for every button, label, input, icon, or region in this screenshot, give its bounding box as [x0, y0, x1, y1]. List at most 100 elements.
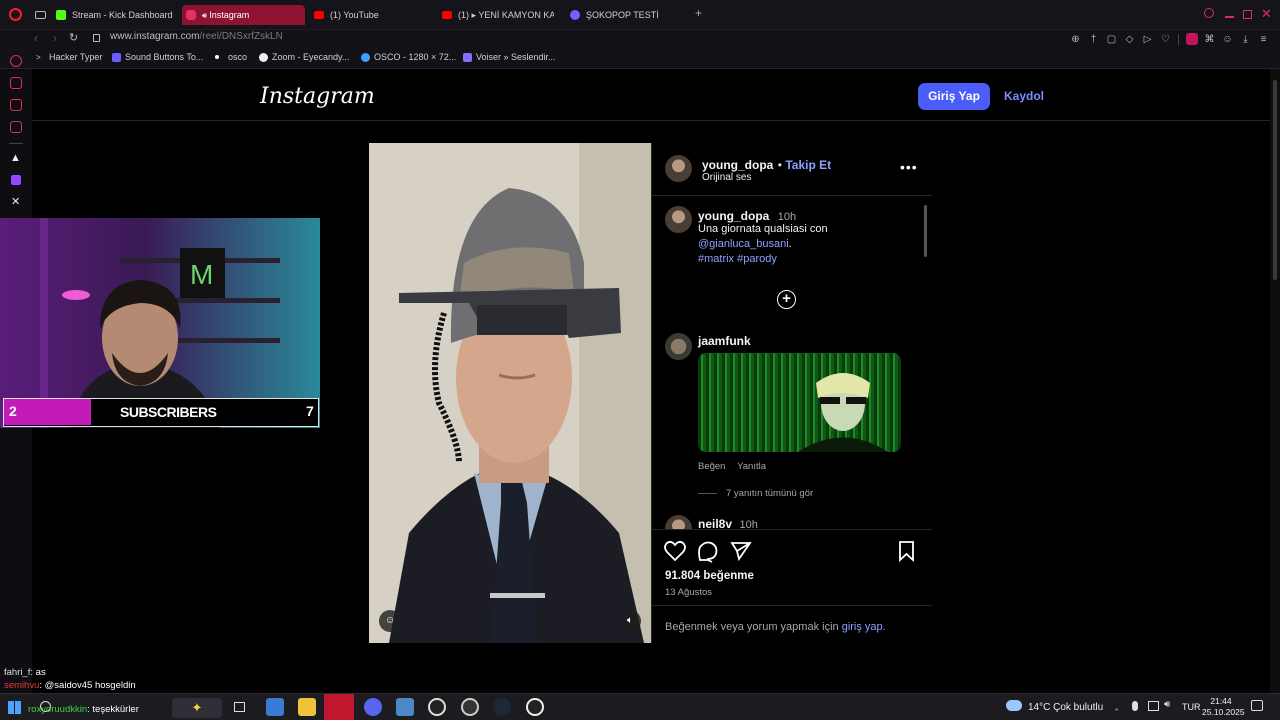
- streaming-app-icon[interactable]: [396, 698, 414, 716]
- heart-icon[interactable]: ♡: [1160, 34, 1171, 45]
- author-avatar[interactable]: [665, 155, 692, 182]
- bookmark-item[interactable]: > Hacker Typer: [36, 52, 102, 62]
- load-more-comments-icon[interactable]: +: [777, 290, 796, 309]
- save-button[interactable]: [898, 539, 916, 563]
- page-scrollbar-thumb[interactable]: [1273, 80, 1277, 280]
- comments-divider: [652, 529, 932, 530]
- comment-like-button[interactable]: Beğen: [698, 461, 725, 472]
- post-details: young_dopa • Takip Et Orijinal ses ••• y…: [651, 143, 932, 643]
- login-prompt-link[interactable]: giriş yap: [842, 621, 883, 633]
- view-replies-button[interactable]: 7 yanıtın tümünü gör: [726, 488, 813, 499]
- more-options-icon[interactable]: •••: [900, 159, 918, 175]
- menu-icon[interactable]: ≡: [1258, 34, 1269, 45]
- comment-reply-button[interactable]: Yanıtla: [737, 461, 766, 472]
- comment-avatar[interactable]: [665, 333, 692, 360]
- tab-instagram[interactable]: 🔊︎ Instagram: [182, 5, 305, 25]
- sidebar-chat-icon[interactable]: [10, 99, 22, 111]
- network-icon[interactable]: [1148, 701, 1159, 711]
- sidebar-twitch-icon[interactable]: [11, 175, 21, 185]
- tab-label: ŞOKOPOP TESTİ: [586, 10, 659, 20]
- caption-hashtags[interactable]: #matrix #parody: [698, 252, 908, 267]
- extension-icon[interactable]: [1186, 33, 1198, 45]
- opera-gx-app-icon[interactable]: [324, 694, 354, 720]
- sidebar-ai-icon[interactable]: ▲: [10, 152, 21, 164]
- discord-icon[interactable]: [364, 698, 382, 716]
- search-tabs-icon[interactable]: [1204, 8, 1214, 18]
- youtube-icon: [442, 11, 452, 19]
- browser-logo-icon[interactable]: [9, 8, 22, 21]
- caption-username[interactable]: young_dopa: [698, 209, 769, 223]
- bookmark-item[interactable]: Sound Buttons To...: [112, 52, 203, 62]
- comment-username[interactable]: neil8v: [698, 517, 732, 529]
- sidebar-instagram-icon[interactable]: [10, 121, 22, 133]
- start-icon[interactable]: [8, 701, 21, 714]
- task-view-icon[interactable]: [234, 702, 245, 712]
- tab-youtube[interactable]: (1) YouTube: [310, 5, 434, 25]
- zoom-icon[interactable]: ⊕: [1070, 34, 1081, 45]
- language-indicator[interactable]: TUR: [1182, 702, 1201, 712]
- media-player-icon[interactable]: [526, 698, 544, 716]
- sidebar-flow-icon[interactable]: [10, 55, 22, 67]
- audio-label[interactable]: Orijinal ses: [702, 172, 751, 183]
- url-field[interactable]: www.instagram.com/reel/DNSxrfZskLN: [110, 31, 283, 42]
- bookmark-item[interactable]: Voiser » Seslendir...: [463, 52, 556, 62]
- caption-mention-line: @gianluca_busani.: [698, 237, 908, 252]
- sidebar-messenger-icon[interactable]: [10, 77, 22, 89]
- shield-icon[interactable]: ◇: [1124, 34, 1135, 45]
- back-icon[interactable]: ‹: [34, 31, 38, 45]
- weather-icon[interactable]: [1006, 700, 1022, 711]
- profile-icon[interactable]: ☺: [1222, 34, 1233, 45]
- reel-video[interactable]: ☺ 🔈︎: [369, 143, 651, 643]
- caption-mention[interactable]: @gianluca_busani: [698, 238, 789, 250]
- weather-text[interactable]: 14°C Çok bulutlu: [1028, 702, 1103, 713]
- pin-icon[interactable]: †: [1088, 34, 1099, 45]
- forward-icon[interactable]: ›: [53, 31, 57, 45]
- steam-icon[interactable]: [493, 698, 511, 716]
- tab-kick[interactable]: Stream - Kick Dashboard: [52, 5, 176, 25]
- comment-avatar[interactable]: [665, 515, 692, 529]
- mic-icon[interactable]: [1132, 701, 1138, 711]
- volume-icon[interactable]: 🔊︎: [1164, 699, 1170, 710]
- widgets-icon[interactable]: ✦: [172, 698, 222, 718]
- signup-link[interactable]: Kaydol: [1004, 89, 1044, 103]
- obs-icon[interactable]: [428, 698, 446, 716]
- maximize-button[interactable]: [1243, 10, 1252, 19]
- new-tab-button[interactable]: +: [693, 7, 704, 19]
- bookmark-item[interactable]: OSCO - 1280 × 72...: [361, 52, 456, 62]
- bookmark-item[interactable]: Zoom - Eyecandy...: [259, 52, 349, 62]
- mute-icon[interactable]: 🔈︎: [619, 610, 641, 632]
- tab-label: Instagram: [209, 10, 250, 20]
- close-button[interactable]: ✕: [1261, 6, 1272, 22]
- notifications-icon[interactable]: [1251, 700, 1263, 711]
- tab-island-icon[interactable]: [35, 11, 46, 19]
- bookmark-item[interactable]: osco: [215, 52, 247, 62]
- share-button[interactable]: [731, 539, 753, 563]
- comment-gif[interactable]: [698, 353, 901, 452]
- chevron-up-icon[interactable]: ‸: [1115, 700, 1118, 711]
- like-button[interactable]: [664, 539, 686, 563]
- files-app-icon[interactable]: [266, 698, 284, 716]
- tab-youtube-kamyon[interactable]: (1) ▸ YENİ KAMYON KAR: [438, 5, 554, 25]
- svg-text:M: M: [190, 259, 213, 290]
- clock[interactable]: 21:44 25.10.2025: [1202, 696, 1245, 718]
- explorer-icon[interactable]: [298, 698, 316, 716]
- likes-count[interactable]: 91.804 beğenme: [665, 570, 754, 582]
- comment-username[interactable]: jaamfunk: [698, 334, 751, 348]
- tab-sokopop[interactable]: ŞOKOPOP TESTİ: [566, 5, 690, 25]
- screenshot-icon[interactable]: ▢: [1106, 34, 1117, 45]
- download-icon[interactable]: ⤓: [1240, 34, 1251, 45]
- play-icon[interactable]: ▷: [1142, 34, 1153, 45]
- comments-scrollbar-thumb[interactable]: [924, 205, 927, 257]
- sidebar-x-icon[interactable]: ✕: [11, 195, 20, 208]
- follow-button[interactable]: Takip Et: [785, 158, 831, 172]
- author-username[interactable]: young_dopa: [702, 158, 773, 172]
- reload-icon[interactable]: ↻: [69, 31, 78, 44]
- comment-button[interactable]: [698, 539, 720, 563]
- instagram-logo[interactable]: Instagram: [260, 84, 375, 109]
- caption-avatar[interactable]: [665, 206, 692, 233]
- puzzle-icon[interactable]: ⌘: [1204, 34, 1215, 45]
- login-button[interactable]: Giriş Yap: [918, 83, 990, 110]
- user-tag-icon[interactable]: ☺: [379, 610, 401, 632]
- settings-app-icon[interactable]: [461, 698, 479, 716]
- minimize-button[interactable]: [1225, 16, 1234, 18]
